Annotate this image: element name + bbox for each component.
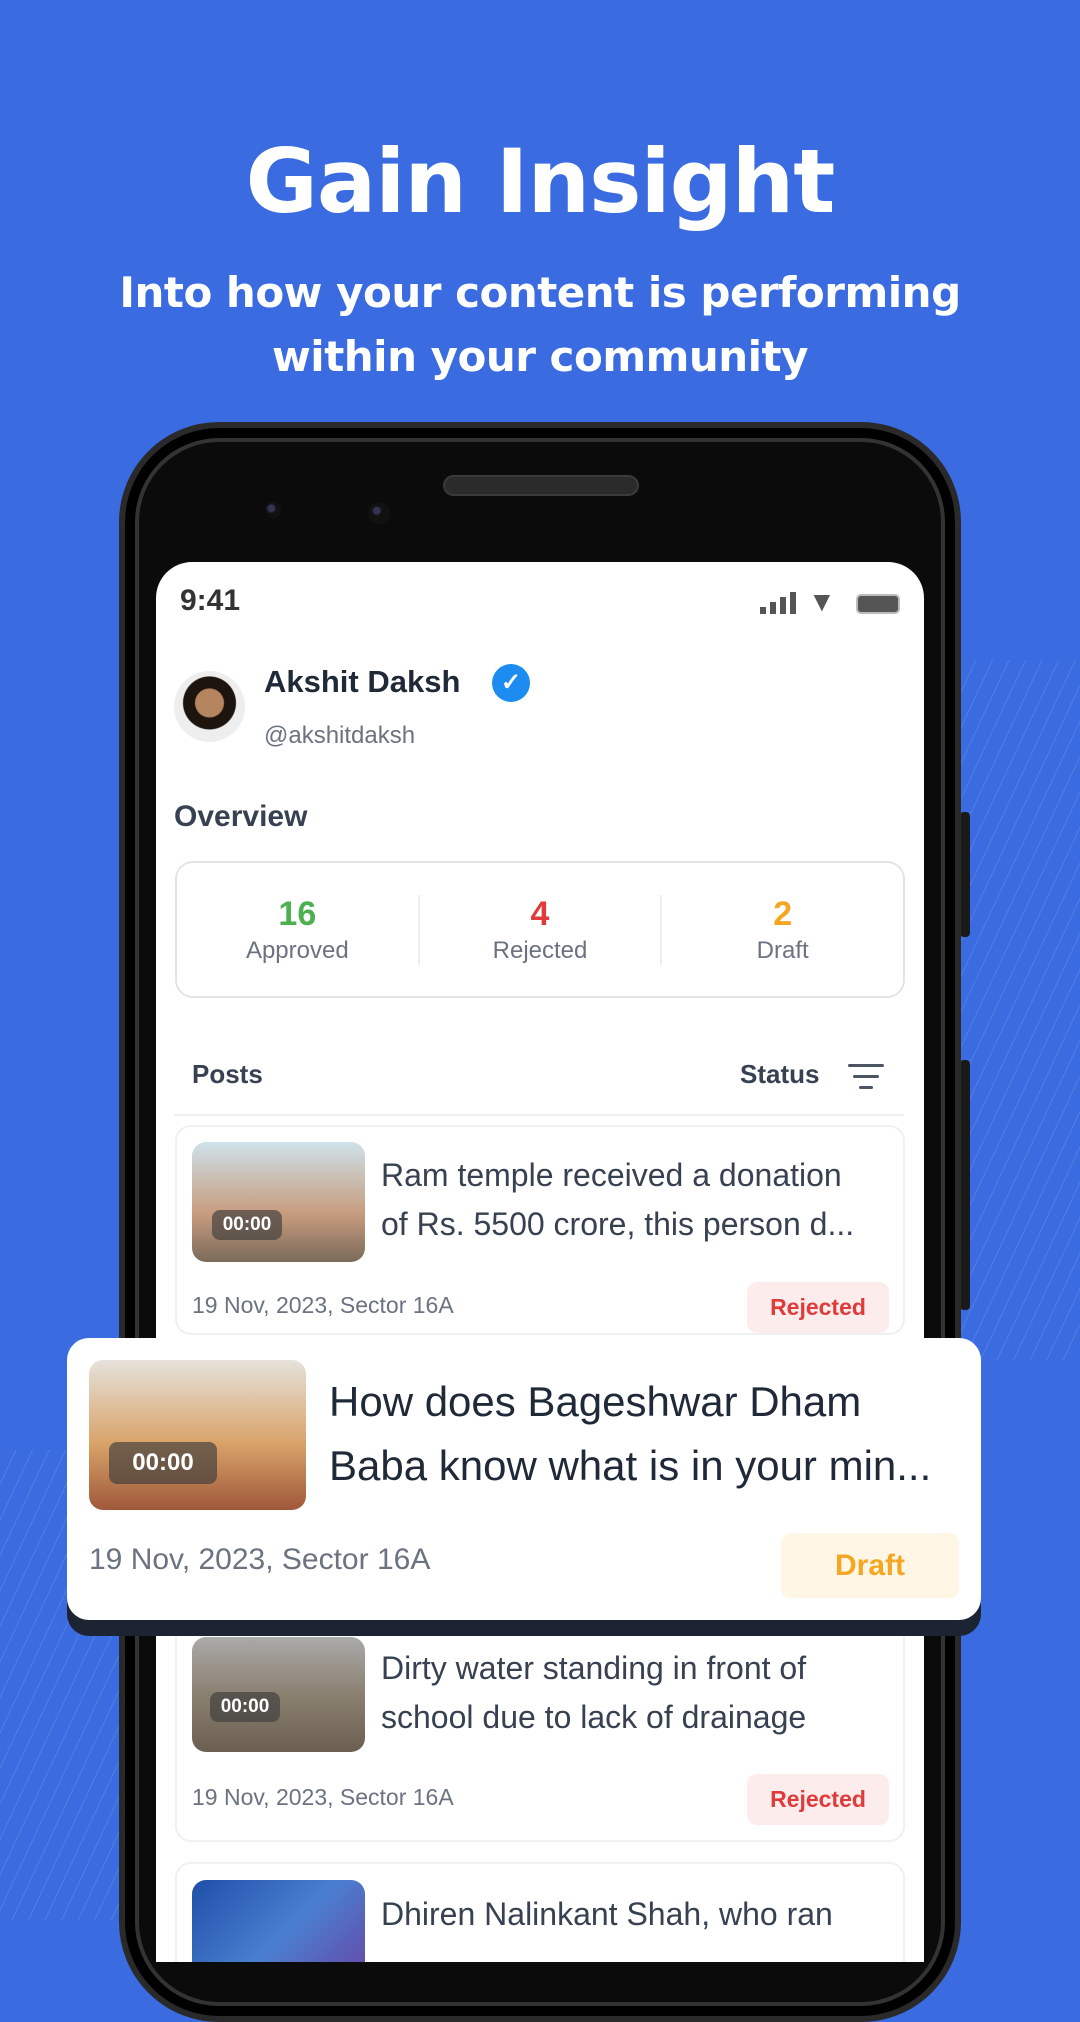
post-thumbnail: 00:00 — [89, 1360, 306, 1510]
profile-name: Akshit Daksh — [264, 664, 461, 699]
post-thumbnail: 00:00 — [192, 1637, 365, 1752]
stat-value: 2 — [773, 894, 793, 933]
stat-label: Approved — [245, 936, 349, 964]
promo-title: Gain Insight — [245, 130, 836, 233]
video-duration: 00:00 — [212, 1210, 282, 1240]
filter-icon[interactable] — [848, 1064, 884, 1097]
overview-stats: 16 Approved 4 Rejected 2 Draft — [175, 861, 905, 998]
speaker — [443, 475, 639, 496]
sensor — [265, 502, 281, 518]
status-badge: Draft — [781, 1533, 959, 1598]
wifi-icon: ▼ — [808, 586, 836, 617]
avatar[interactable] — [174, 671, 245, 742]
stat-value: 16 — [278, 894, 317, 933]
post-meta: 19 Nov, 2023, Sector 16A — [192, 1292, 454, 1318]
post-title: Dhiren Nalinkant Shah, who ran — [381, 1896, 833, 1932]
stat-draft[interactable]: 2 Draft — [662, 895, 903, 965]
divider — [174, 1114, 904, 1116]
post-meta: 19 Nov, 2023, Sector 16A — [89, 1543, 431, 1576]
stat-approved[interactable]: 16 Approved — [177, 894, 420, 965]
status-badge: Rejected — [747, 1282, 889, 1333]
video-duration: 00:00 — [210, 1692, 280, 1722]
profile-handle: @akshitdaksh — [264, 722, 416, 749]
verified-badge-icon: ✓ — [492, 664, 530, 702]
highlighted-post-card[interactable]: 00:00 How does Bageshwar Dham Baba know w… — [67, 1338, 981, 1620]
video-duration: 00:00 — [109, 1442, 217, 1484]
status-filter-label[interactable]: Status — [740, 1059, 819, 1090]
promo-subtitle: within your community — [272, 332, 809, 381]
decorative-lines — [960, 660, 1080, 1360]
power-button — [960, 1060, 970, 1310]
stat-rejected[interactable]: 4 Rejected — [420, 894, 663, 965]
post-card[interactable]: 00:00 Dirty water standing in front of sc… — [175, 1582, 905, 1842]
stat-label: Draft — [756, 936, 809, 964]
stat-value: 4 — [530, 894, 550, 933]
front-camera — [368, 502, 390, 524]
stat-label: Rejected — [492, 936, 588, 964]
post-card[interactable]: 00:00 Ram temple received a donation of R… — [175, 1125, 905, 1335]
post-thumbnail — [192, 1880, 365, 1962]
post-card[interactable]: Dhiren Nalinkant Shah, who ran — [175, 1862, 905, 1962]
status-time: 9:41 — [180, 584, 241, 617]
signal-icon — [760, 592, 796, 614]
post-title: Dirty water standing in front of school d… — [381, 1650, 807, 1735]
app-screen: 9:41 ▼ Akshit Daksh ✓ @akshitdaksh Overv… — [156, 562, 924, 1962]
post-title: How does Bageshwar Dham Baba know what is… — [329, 1378, 932, 1489]
post-title: Ram temple received a donation of Rs. 550… — [381, 1157, 855, 1242]
post-thumbnail: 00:00 — [192, 1142, 365, 1262]
posts-column-header: Posts — [192, 1059, 263, 1089]
battery-icon — [856, 594, 900, 614]
post-meta: 19 Nov, 2023, Sector 16A — [192, 1784, 454, 1810]
status-badge: Rejected — [747, 1774, 889, 1825]
volume-button — [960, 812, 970, 937]
overview-title: Overview — [174, 800, 308, 833]
promo-subtitle: Into how your content is performing — [119, 268, 961, 317]
